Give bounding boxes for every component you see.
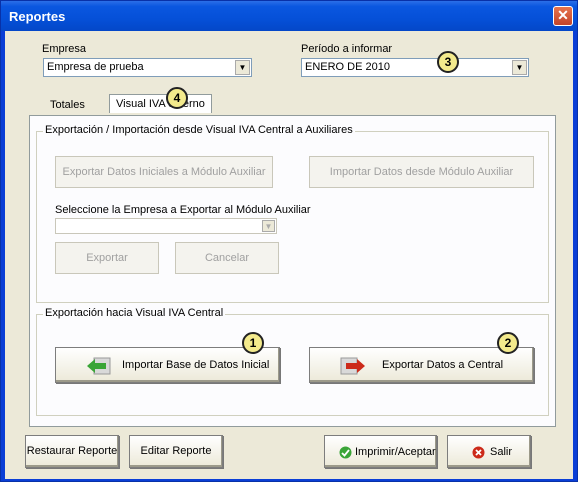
export-central-label: Exportar Datos a Central — [382, 359, 504, 371]
export-central-button[interactable]: Exportar Datos a Central — [309, 347, 534, 383]
exportar-button[interactable]: Exportar — [55, 242, 159, 274]
export-central-group: Exportación hacia Visual IVA Central Imp… — [36, 307, 549, 416]
import-base-data-label: Importar Base de Datos Inicial — [122, 359, 270, 371]
export-import-group-title: Exportación / Importación desde Visual I… — [43, 124, 355, 136]
close-icon: ✕ — [557, 7, 569, 23]
tab-visual-iva-externo[interactable]: Visual IVA externo — [109, 94, 212, 113]
export-import-group: Exportación / Importación desde Visual I… — [36, 124, 549, 303]
empresa-dropdown[interactable]: Empresa de prueba ▼ — [43, 58, 252, 77]
company-export-dropdown[interactable]: ▼ — [55, 218, 277, 234]
restaurar-reporte-button[interactable]: Restaurar Reporte — [25, 435, 119, 468]
chevron-down-icon[interactable]: ▼ — [262, 220, 275, 232]
import-base-data-button[interactable]: Importar Base de Datos Inicial — [55, 347, 280, 383]
annotation-badge-4: 4 — [166, 87, 188, 109]
tab-totales[interactable]: Totales — [50, 99, 85, 111]
green-left-arrow-icon — [87, 357, 111, 375]
empresa-label: Empresa — [42, 43, 87, 55]
close-button[interactable]: ✕ — [553, 6, 573, 26]
periodo-dropdown[interactable]: ENERO DE 2010 ▼ — [301, 58, 529, 77]
salir-button[interactable]: Salir — [447, 435, 531, 468]
red-x-icon — [472, 446, 485, 459]
import-from-auxiliary-button[interactable]: Importar Datos desde Módulo Auxiliar — [309, 156, 534, 188]
dialog-body: Empresa Empresa de prueba ▼ Período a in… — [5, 31, 573, 479]
select-company-label: Seleccione la Empresa a Exportar al Módu… — [55, 204, 311, 216]
export-central-group-title: Exportación hacia Visual IVA Central — [43, 307, 226, 319]
annotation-badge-3: 3 — [437, 51, 459, 73]
window-title: Reportes — [9, 9, 66, 24]
cancelar-button[interactable]: Cancelar — [175, 242, 279, 274]
periodo-value: ENERO DE 2010 — [305, 61, 390, 73]
editar-reporte-button[interactable]: Editar Reporte — [129, 435, 223, 468]
red-right-arrow-icon — [340, 357, 365, 375]
empresa-value: Empresa de prueba — [47, 61, 144, 73]
green-check-icon — [339, 446, 352, 459]
annotation-badge-2: 2 — [497, 332, 519, 354]
imprimir-aceptar-label: Imprimir/Aceptar — [355, 446, 436, 458]
imprimir-aceptar-button[interactable]: Imprimir/Aceptar — [324, 435, 437, 468]
tab-panel: Exportación / Importación desde Visual I… — [29, 115, 556, 427]
title-bar[interactable]: Reportes ✕ — [1, 1, 577, 31]
chevron-down-icon[interactable]: ▼ — [235, 60, 250, 75]
annotation-badge-1: 1 — [242, 332, 264, 354]
export-initial-data-button[interactable]: Exportar Datos Iniciales a Módulo Auxili… — [55, 156, 273, 188]
salir-label: Salir — [490, 446, 513, 458]
periodo-label: Período a informar — [301, 43, 393, 55]
reportes-window: Reportes ✕ Empresa Empresa de prueba ▼ P… — [0, 0, 578, 482]
chevron-down-icon[interactable]: ▼ — [512, 60, 527, 75]
